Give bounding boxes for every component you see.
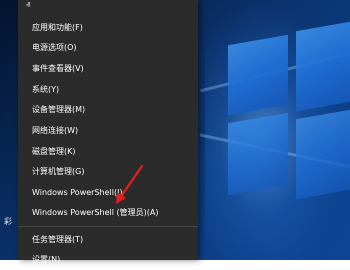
menu-item-event-viewer[interactable]: 事件查看器(V)	[32, 59, 192, 79]
menu-item-apps-and-features[interactable]: 应用和功能(F)	[32, 18, 192, 38]
wallpaper-windows-logo-pane	[296, 20, 350, 112]
winx-context-menu: ⱏ 应用和功能(F) 电源选项(O) 事件查看器(V) 系统(Y) 设备管理器(…	[18, 0, 198, 264]
desktop-partial-text: 彩	[4, 217, 12, 226]
wallpaper-windows-logo-pane	[228, 34, 288, 116]
menu-item-system[interactable]: 系统(Y)	[32, 80, 192, 100]
menu-item-disk-management[interactable]: 磁盘管理(K)	[32, 142, 192, 162]
menu-item-settings[interactable]: 设置(N)	[32, 250, 192, 270]
menu-top-icon: ⱏ	[26, 1, 31, 11]
wallpaper-windows-logo-pane	[296, 108, 350, 200]
menu-item-computer-management[interactable]: 计算机管理(G)	[32, 162, 192, 182]
menu-separator	[18, 226, 198, 227]
wallpaper-windows-logo-pane	[228, 112, 288, 196]
menu-item-task-manager[interactable]: 任务管理器(T)	[32, 230, 192, 250]
menu-item-network-connections[interactable]: 网络连接(W)	[32, 121, 192, 141]
menu-item-windows-powershell-admin[interactable]: Windows PowerShell (管理员)(A)	[32, 203, 192, 223]
menu-item-windows-powershell[interactable]: Windows PowerShell(I)	[32, 183, 192, 203]
menu-item-power-options[interactable]: 电源选项(O)	[32, 38, 192, 58]
menu-item-device-manager[interactable]: 设备管理器(M)	[32, 100, 192, 120]
